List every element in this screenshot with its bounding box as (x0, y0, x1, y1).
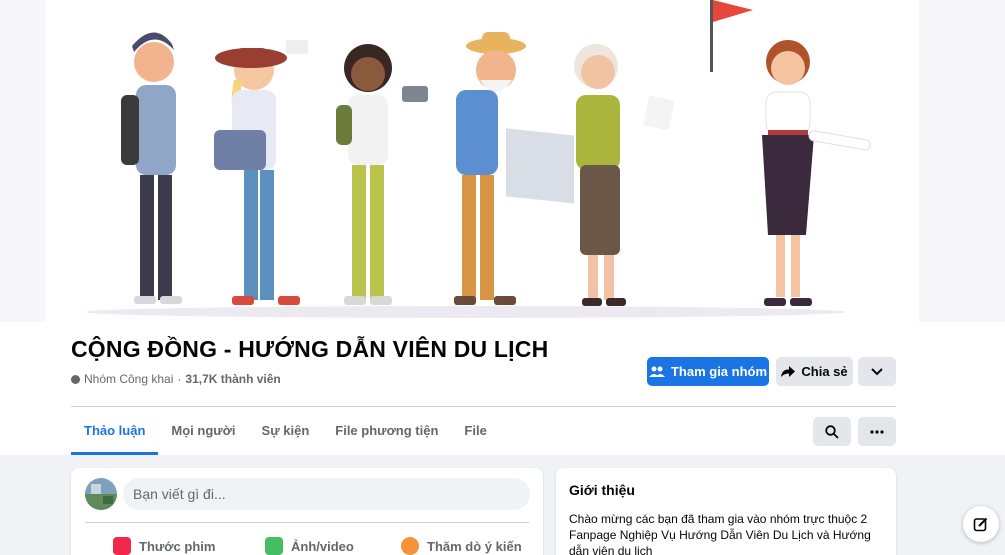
group-member-count[interactable]: 31,7K thành viên (185, 372, 280, 386)
group-meta: Nhóm Công khai · 31,7K thành viên (71, 372, 281, 386)
cover-illustration (86, 0, 871, 318)
avatar[interactable] (85, 478, 117, 510)
compose-icon (973, 517, 988, 532)
search-icon (825, 424, 839, 439)
group-title: CỘNG ĐỒNG - HƯỚNG DẪN VIÊN DU LỊCH (71, 336, 549, 362)
new-message-button[interactable] (963, 506, 999, 542)
photo-video-label: Ảnh/video (291, 538, 354, 554)
about-card: Giới thiệu Chào mừng các bạn đã tham gia… (556, 468, 896, 555)
join-group-label: Tham gia nhóm (670, 364, 768, 379)
tab-events[interactable]: Sự kiện (249, 407, 323, 455)
cover-photo-area (0, 0, 1005, 322)
group-privacy[interactable]: Nhóm Công khai (84, 372, 173, 386)
poll-icon (401, 537, 419, 555)
traveler-figure-3 (336, 44, 428, 305)
photo-icon (265, 537, 283, 555)
about-text: Chào mừng các bạn đã tham gia vào nhóm t… (569, 512, 871, 555)
tab-media[interactable]: File phương tiện (322, 407, 451, 455)
about-title: Giới thiệu (569, 482, 635, 498)
search-button[interactable] (813, 417, 851, 446)
post-composer: Bạn viết gì đi... Thước phim Ảnh/video T… (71, 468, 543, 555)
tab-discussion[interactable]: Thảo luận (71, 407, 159, 455)
tab-files[interactable]: File (451, 407, 499, 455)
share-label: Chia sẻ (801, 364, 848, 379)
guide-figure (710, 0, 871, 306)
traveler-figure-4 (454, 32, 574, 305)
meta-separator: · (177, 372, 182, 386)
traveler-figure-5 (574, 44, 675, 306)
reel-icon (113, 537, 131, 555)
people-icon (648, 366, 665, 377)
composer-divider (85, 522, 529, 523)
ellipsis-icon (870, 429, 884, 434)
chevron-down-icon (871, 367, 883, 375)
traveler-figure-1 (121, 32, 182, 304)
globe-icon (71, 374, 80, 384)
traveler-figure-2 (214, 40, 308, 305)
live-video-button[interactable]: Thước phim (113, 534, 215, 555)
group-tabs: Thảo luận Mọi người Sự kiện File phương … (71, 407, 500, 455)
share-arrow-icon (781, 365, 796, 377)
more-button[interactable] (858, 417, 896, 446)
live-video-label: Thước phim (139, 538, 216, 554)
poll-button[interactable]: Thăm dò ý kiến (401, 534, 522, 555)
tab-people[interactable]: Mọi người (158, 407, 248, 455)
share-button[interactable]: Chia sẻ (776, 357, 853, 386)
join-group-button[interactable]: Tham gia nhóm (647, 357, 769, 386)
more-options-button[interactable] (858, 357, 896, 386)
poll-label: Thăm dò ý kiến (427, 538, 522, 554)
cover-photo[interactable] (46, 0, 919, 322)
photo-video-button[interactable]: Ảnh/video (265, 534, 354, 555)
post-input[interactable]: Bạn viết gì đi... (123, 478, 530, 510)
